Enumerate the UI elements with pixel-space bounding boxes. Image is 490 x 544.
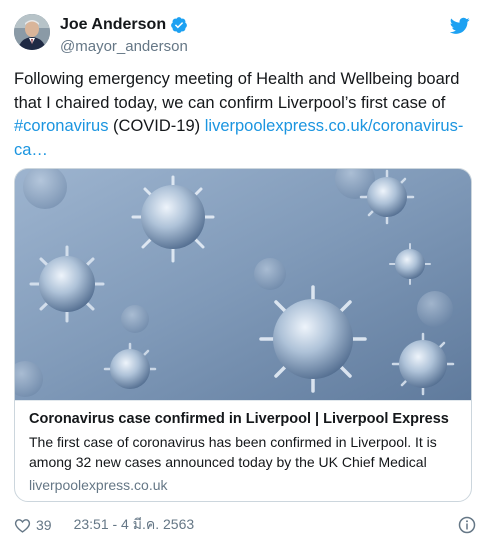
tweet-text-line-1: Following emergency meeting of Health an… <box>14 70 460 88</box>
tweet-timestamp[interactable]: 23:51 - 4 มี.ค. 2563 <box>74 514 195 536</box>
twitter-bird-icon[interactable] <box>449 17 470 35</box>
like-count[interactable]: 39 <box>36 517 52 533</box>
tweet-footer: 39 23:51 - 4 มี.ค. 2563 <box>14 514 476 536</box>
hashtag-link[interactable]: #coronavirus <box>14 117 108 135</box>
author-name[interactable]: Joe Anderson <box>60 15 166 35</box>
avatar[interactable] <box>14 14 50 50</box>
info-icon[interactable] <box>458 516 476 534</box>
heart-icon[interactable] <box>14 517 31 534</box>
verified-badge-icon <box>170 16 188 34</box>
author-handle[interactable]: @mayor_anderson <box>60 37 188 57</box>
link-preview-card[interactable]: Coronavirus case confirmed in Liverpool … <box>14 168 472 502</box>
card-text-area: Coronavirus case confirmed in Liverpool … <box>15 400 471 501</box>
tweet-text-continuation: (COVID-19) <box>108 117 205 135</box>
tweet-card[interactable]: Joe Anderson @mayor_anderson Following e… <box>0 0 490 544</box>
tweet-text: Following emergency meeting of Health an… <box>14 68 469 162</box>
coronavirus-illustration-image[interactable] <box>15 169 471 400</box>
tweet-header: Joe Anderson @mayor_anderson <box>14 14 476 58</box>
article-link-part1[interactable]: liverpoolexpress.co.uk/coronavirus- <box>205 117 464 135</box>
card-title[interactable]: Coronavirus case confirmed in Liverpool … <box>29 409 459 429</box>
tweet-text-line-2: that I chaired today, we can confirm Liv… <box>14 93 446 112</box>
card-domain: liverpoolexpress.co.uk <box>29 477 168 493</box>
card-description: The first case of coronavirus has been c… <box>29 434 437 470</box>
article-link-part2[interactable]: ca… <box>14 141 48 159</box>
